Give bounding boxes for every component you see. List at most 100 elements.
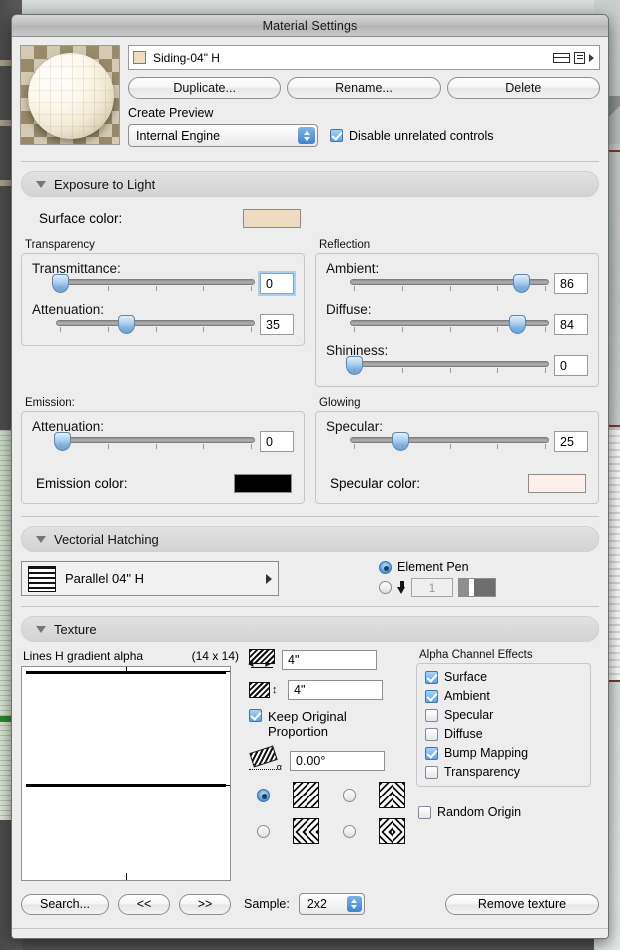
- hatching-group-header[interactable]: Vectorial Hatching: [21, 526, 599, 552]
- specular-color-swatch[interactable]: [528, 474, 586, 493]
- specular-value-input[interactable]: 25: [554, 431, 588, 452]
- alpha-effect-bump-label: Bump Mapping: [444, 746, 529, 760]
- transmittance-slider-track[interactable]: [56, 279, 255, 285]
- alpha-effect-diffuse-checkbox[interactable]: [425, 727, 438, 741]
- texture-preview[interactable]: [21, 666, 231, 881]
- emission-attenuation-track[interactable]: [56, 437, 255, 443]
- disable-unrelated-row[interactable]: Disable unrelated controls: [330, 129, 494, 143]
- alpha-effect-surface-row[interactable]: Surface: [425, 670, 582, 684]
- mirror-mode-x-icon[interactable]: [378, 782, 405, 808]
- alpha-effect-transparency-row[interactable]: Transparency: [425, 765, 582, 779]
- shininess-slider-row: Shininess: 0: [326, 343, 588, 376]
- reflection-fieldset: Reflection Ambient: 86 Diffuse: 84 Shini…: [315, 239, 599, 387]
- delete-button[interactable]: Delete: [446, 77, 600, 99]
- keep-proportion-checkbox[interactable]: [249, 709, 262, 722]
- element-pen-radio[interactable]: [379, 560, 392, 574]
- shininess-value-input[interactable]: 0: [554, 355, 588, 376]
- alpha-effect-ambient-checkbox[interactable]: [425, 689, 438, 703]
- random-origin-row[interactable]: Random Origin: [416, 805, 591, 819]
- engine-select[interactable]: Internal Engine: [128, 124, 318, 147]
- texture-bottom-bar: Search... << >> Sample: 2x2 Remove textu…: [12, 893, 608, 915]
- cancel-button[interactable]: Cancel: [437, 938, 522, 939]
- alpha-effects-column: Alpha Channel Effects Surface Ambient Sp…: [406, 649, 591, 881]
- stepper-arrows-icon[interactable]: [346, 896, 362, 912]
- alpha-effect-diffuse-row[interactable]: Diffuse: [425, 727, 582, 741]
- alpha-effect-specular-checkbox[interactable]: [425, 708, 438, 722]
- emission-color-swatch[interactable]: [234, 474, 292, 493]
- specular-track[interactable]: [350, 437, 549, 443]
- chevron-right-icon[interactable]: [266, 573, 272, 584]
- texture-rotation-input[interactable]: 0.00°: [290, 751, 385, 771]
- ambient-label: Ambient:: [326, 261, 380, 276]
- transmittance-label: Transmittance:: [32, 261, 121, 276]
- disclosure-triangle-icon[interactable]: [36, 625, 46, 633]
- diffuse-value-input[interactable]: 84: [554, 314, 588, 335]
- transparency-attenuation-track[interactable]: [56, 320, 255, 326]
- texture-mirror-modes: [249, 782, 406, 844]
- random-origin-checkbox[interactable]: [418, 805, 431, 819]
- alpha-effect-bump-checkbox[interactable]: [425, 746, 438, 760]
- custom-pen-row[interactable]: 1: [379, 578, 496, 597]
- transparency-attenuation-input[interactable]: 35: [260, 314, 294, 335]
- material-name-field[interactable]: Siding-04" H: [128, 45, 600, 70]
- transmittance-value-input[interactable]: 0: [258, 271, 296, 296]
- pen-options: Element Pen 1: [379, 560, 496, 597]
- custom-pen-radio[interactable]: [379, 581, 392, 594]
- list-view-icon[interactable]: [553, 52, 570, 63]
- exposure-group-header[interactable]: Exposure to Light: [21, 171, 599, 197]
- mirror-mode-radio-none[interactable]: [257, 788, 270, 802]
- material-preview-thumbnail[interactable]: [20, 45, 120, 145]
- keep-proportion-label: Keep Original Proportion: [268, 709, 347, 739]
- texture-name: Lines H gradient alpha: [23, 649, 144, 663]
- material-action-buttons: Duplicate... Rename... Delete: [128, 77, 600, 99]
- document-icon[interactable]: [574, 51, 585, 64]
- shininess-label: Shininess:: [326, 343, 389, 358]
- emission-legend: Emission:: [25, 397, 75, 409]
- pen-number-input[interactable]: 1: [411, 578, 453, 597]
- alpha-effect-specular-row[interactable]: Specular: [425, 708, 582, 722]
- alpha-effect-surface-checkbox[interactable]: [425, 670, 438, 684]
- texture-group-header[interactable]: Texture: [21, 616, 599, 642]
- texture-height-icon: ↕: [249, 681, 281, 699]
- disable-unrelated-checkbox[interactable]: [330, 129, 343, 142]
- texture-width-input[interactable]: 4": [282, 650, 377, 670]
- mirror-mode-radio-y[interactable]: [257, 824, 270, 838]
- mirror-mode-radio-x[interactable]: [342, 788, 356, 802]
- stepper-arrows-icon[interactable]: [298, 127, 315, 144]
- slider-ticks: [56, 444, 255, 451]
- surface-color-swatch[interactable]: [243, 208, 301, 228]
- ok-button[interactable]: OK: [531, 938, 596, 939]
- material-color-swatch-icon: [133, 51, 146, 64]
- sample-select[interactable]: 2x2: [298, 893, 365, 915]
- rename-button[interactable]: Rename...: [287, 77, 441, 99]
- mirror-mode-y-icon[interactable]: [293, 818, 320, 844]
- alpha-effect-transparency-checkbox[interactable]: [425, 765, 438, 779]
- emission-attenuation-label: Attenuation:: [32, 419, 105, 434]
- prev-texture-button[interactable]: <<: [118, 893, 170, 915]
- mirror-mode-xy-icon[interactable]: [378, 818, 405, 844]
- hatching-pattern-label: Parallel 04" H: [65, 571, 145, 586]
- dialog-titlebar[interactable]: Material Settings: [12, 15, 608, 37]
- remove-texture-button[interactable]: Remove texture: [445, 893, 599, 915]
- slider-ticks: [350, 368, 549, 375]
- ambient-value-input[interactable]: 86: [554, 273, 588, 294]
- mirror-mode-radio-xy[interactable]: [342, 824, 356, 838]
- shininess-track[interactable]: [350, 361, 549, 367]
- pen-color-swatch[interactable]: [458, 578, 496, 597]
- texture-height-input[interactable]: 4": [288, 680, 383, 700]
- chevron-right-icon[interactable]: [589, 53, 594, 62]
- search-button[interactable]: Search...: [21, 893, 109, 915]
- mirror-mode-none-icon[interactable]: [293, 782, 320, 808]
- next-texture-button[interactable]: >>: [179, 893, 231, 915]
- keep-proportion-row[interactable]: Keep Original Proportion: [249, 709, 406, 739]
- emission-color-label: Emission color:: [36, 476, 128, 491]
- hatching-pattern-select[interactable]: Parallel 04" H: [21, 561, 279, 596]
- texture-preview-column: Lines H gradient alpha (14 x 14): [21, 649, 241, 881]
- alpha-effect-ambient-row[interactable]: Ambient: [425, 689, 582, 703]
- emission-attenuation-input[interactable]: 0: [260, 431, 294, 452]
- disclosure-triangle-icon[interactable]: [36, 535, 46, 543]
- duplicate-button[interactable]: Duplicate...: [128, 77, 282, 99]
- element-pen-row[interactable]: Element Pen: [379, 560, 496, 574]
- alpha-effect-bump-row[interactable]: Bump Mapping: [425, 746, 582, 760]
- disclosure-triangle-icon[interactable]: [36, 180, 46, 188]
